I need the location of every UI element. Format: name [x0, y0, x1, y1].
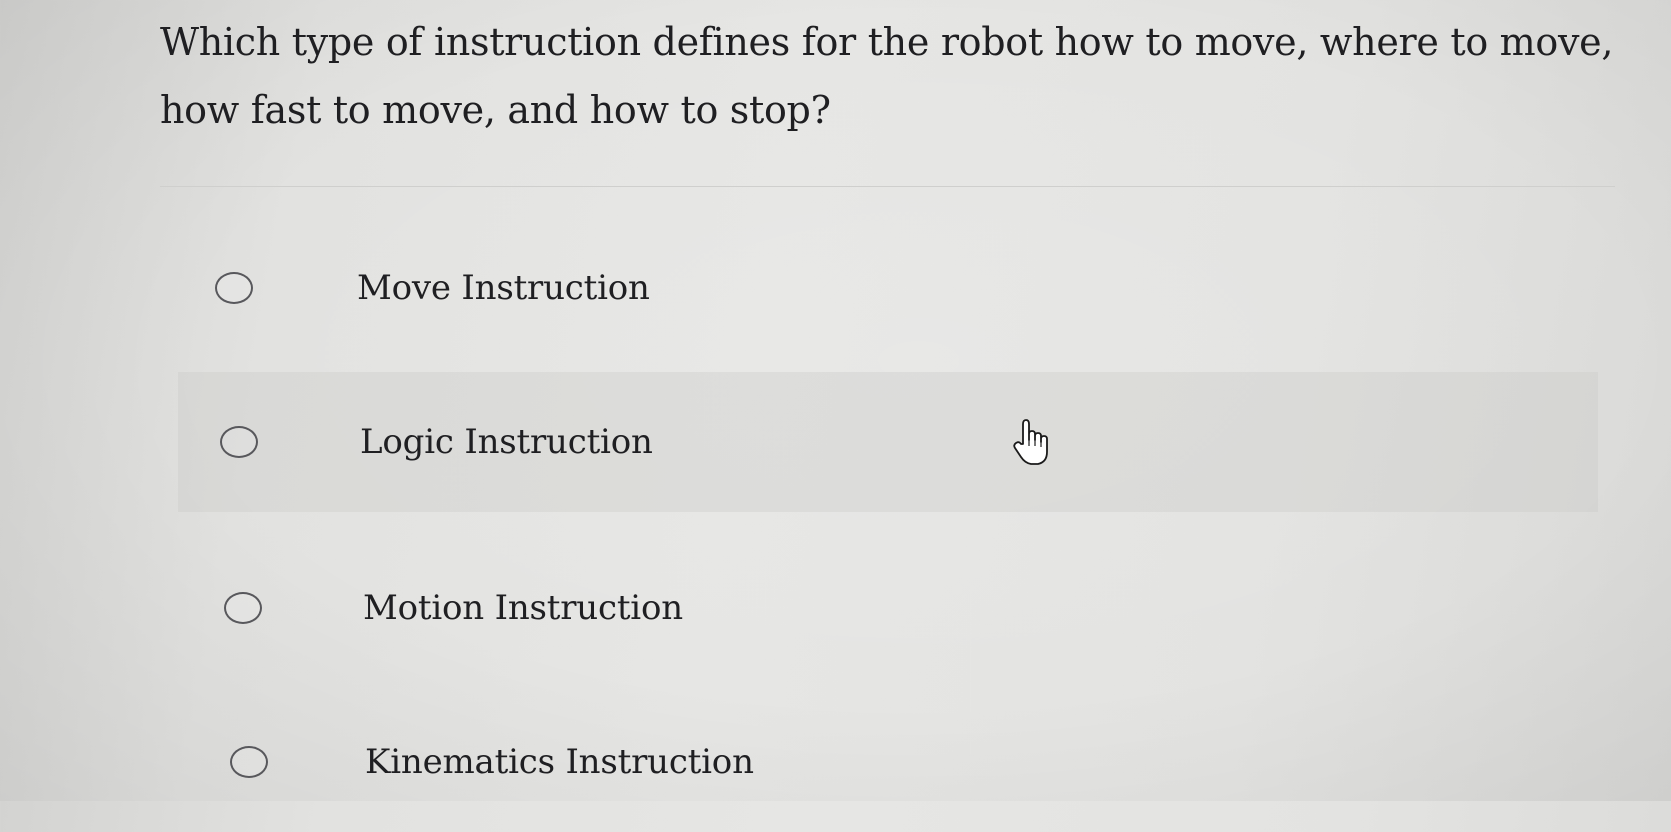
option-kinematics-instruction[interactable]: Kinematics Instruction: [178, 692, 1598, 832]
option-label: Logic Instruction: [360, 422, 653, 462]
option-label: Move Instruction: [357, 268, 650, 308]
option-label: Motion Instruction: [363, 588, 683, 628]
option-label: Kinematics Instruction: [365, 742, 754, 782]
radio-button[interactable]: [220, 426, 258, 458]
option-logic-instruction[interactable]: Logic Instruction: [178, 372, 1598, 512]
radio-button[interactable]: [224, 592, 262, 624]
option-move-instruction[interactable]: Move Instruction: [178, 218, 1598, 358]
question-divider: [160, 186, 1615, 187]
radio-button[interactable]: [215, 272, 253, 304]
hand-pointer-icon: [1013, 419, 1048, 465]
question-text: Which type of instruction defines for th…: [160, 20, 1614, 132]
option-motion-instruction[interactable]: Motion Instruction: [178, 538, 1598, 678]
radio-button[interactable]: [230, 746, 268, 778]
